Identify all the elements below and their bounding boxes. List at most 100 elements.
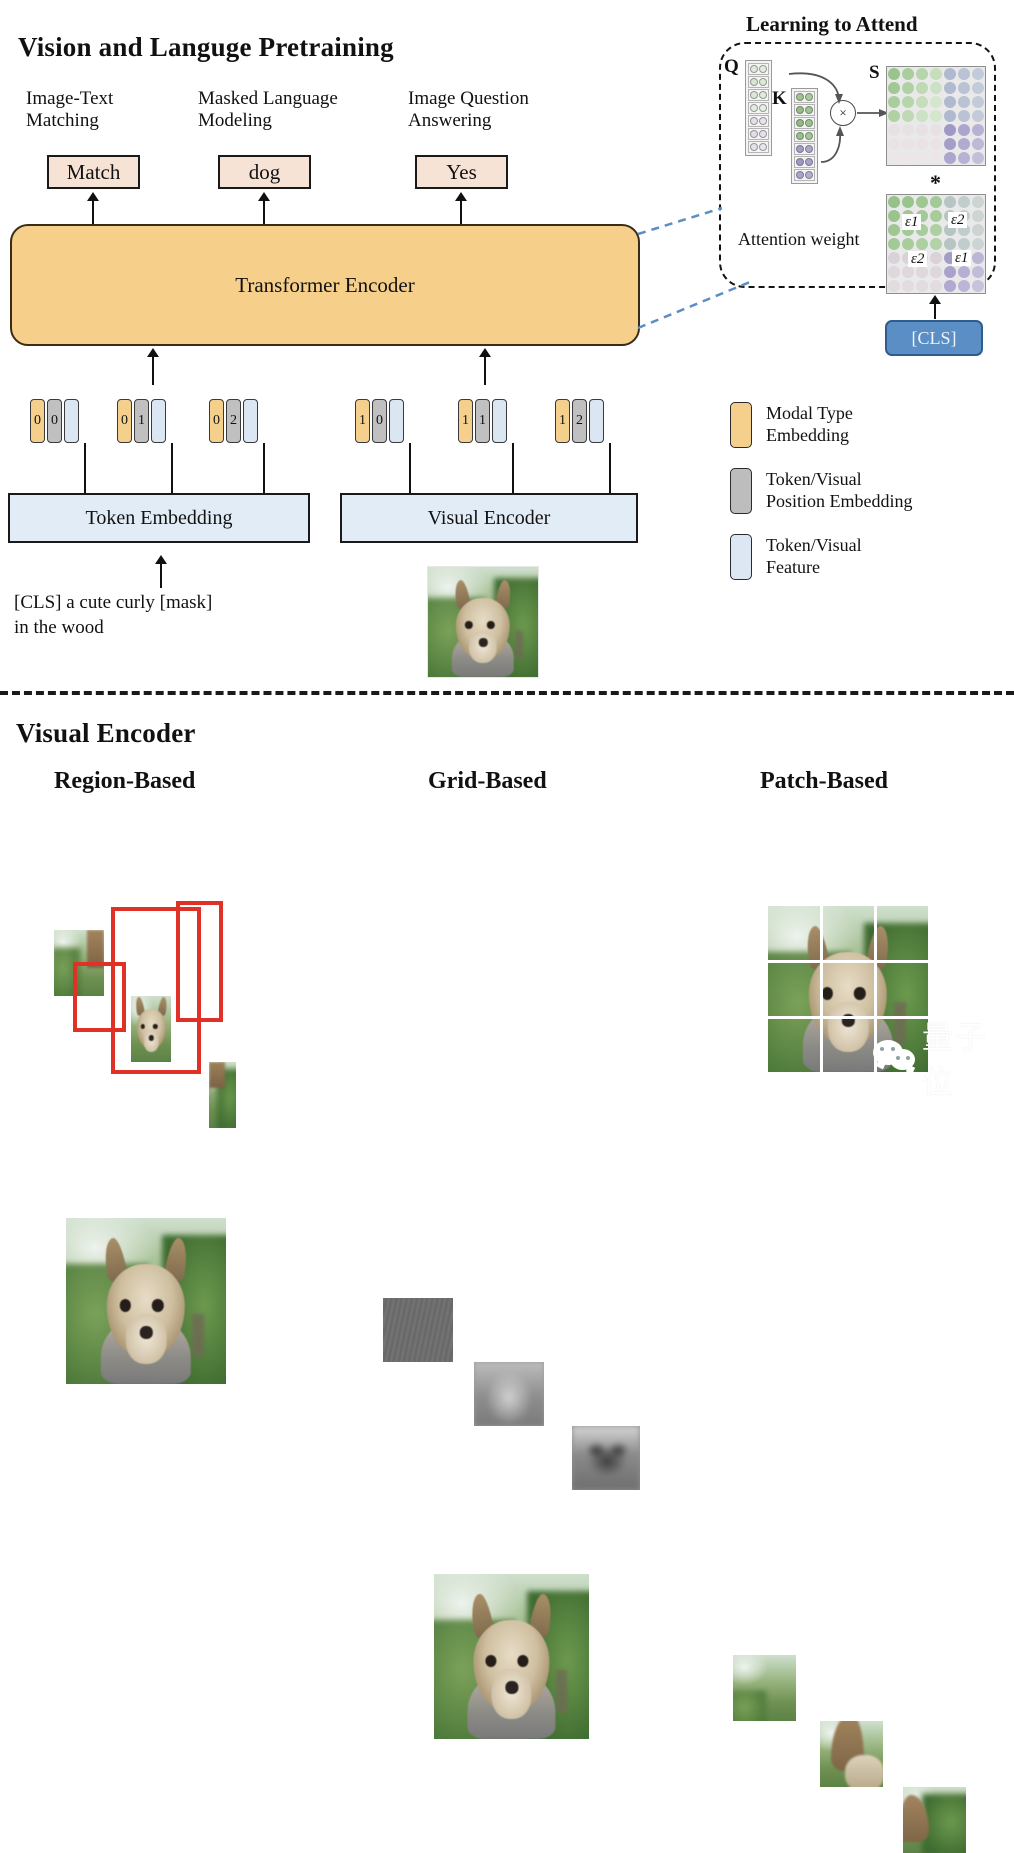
matrix-cell [943,279,957,293]
matrix-cell [929,209,943,223]
column-heading-grid-based: Grid-Based [428,768,547,794]
bottom-section-title: Visual Encoder [16,718,196,748]
matrix-cell [943,265,957,279]
token-position: 0 [372,399,387,443]
matrix-cell [901,237,915,251]
matrix-cell [929,123,943,137]
similarity-matrix [886,66,986,166]
matrix-cell [957,279,971,293]
token-triple-text-0: 0 0 [30,399,79,443]
token-position: 1 [134,399,149,443]
arrow-head-yes [455,192,467,201]
token-triple-text-1: 0 1 [117,399,166,443]
matrix-cell [971,279,985,293]
matrix-cell [957,195,971,209]
matrix-cell [929,81,943,95]
matrix-cell [915,265,929,279]
grid-feature-map-2 [474,1362,544,1426]
token-modal-type: 1 [355,399,370,443]
token-triple-visual-1: 1 1 [458,399,507,443]
matrix-cell [943,109,957,123]
s-label: S [869,62,880,83]
connector-line [84,443,86,493]
matrix-cell [957,237,971,251]
visual-encoder-label: Visual Encoder [427,506,551,529]
connector-line [263,443,265,493]
region-bbox-2 [73,962,126,1032]
matrix-cell [957,109,971,123]
matrix-cell [915,109,929,123]
matrix-cell [929,109,943,123]
matrix-cell [887,67,901,81]
task-label-mlm: Masked Language Modeling [198,88,338,131]
matrix-cell [887,195,901,209]
token-feature [151,399,166,443]
matrix-cell [901,151,915,165]
legend-swatch-position-embedding [730,468,752,514]
token-feature [64,399,79,443]
token-embedding-label: Token Embedding [85,506,233,529]
matrix-cell [943,123,957,137]
matrix-cell [901,81,915,95]
task-label-itm: Image-Text Matching [26,88,114,131]
token-feature [243,399,258,443]
arrow-head-sentence [155,555,167,564]
task-label-vqa: Image Question Answering [408,88,529,131]
arrow-head-visual-into-encoder [479,348,491,357]
attention-weight-matrix [886,194,986,294]
legend-swatch-feature [730,534,752,580]
grid-based-image [434,1574,589,1739]
matrix-cell [929,251,943,265]
token-position: 2 [226,399,241,443]
matrix-cell [901,137,915,151]
matrix-cell [971,123,985,137]
star-operator: * [930,170,941,195]
matrix-cell [901,265,915,279]
matrix-cell [957,81,971,95]
matrix-cell [971,237,985,251]
matrix-cell [901,109,915,123]
token-feature [389,399,404,443]
arrow-line-sentence [160,562,162,588]
token-position: 0 [47,399,62,443]
token-modal-type: 1 [555,399,570,443]
matrix-cell [971,67,985,81]
matrix-cell [901,279,915,293]
matrix-cell [915,195,929,209]
matrix-cell [943,151,957,165]
arrow-head-cls [929,295,941,304]
matrix-cell [929,151,943,165]
matrix-cell [943,137,957,151]
legend-label-modal-type: Modal Type Embedding [766,403,853,445]
matrix-cell [887,223,901,237]
region-based-image [66,1218,226,1384]
arrow-head-match [87,192,99,201]
matrix-cell [887,251,901,265]
matrix-cell [943,195,957,209]
matrix-cell [887,81,901,95]
qk-to-multiply-arrows [788,72,889,163]
matrix-cell [887,279,901,293]
matrix-cell [887,95,901,109]
cls-token-box: [CLS] [885,320,983,356]
output-box-match: Match [47,155,140,189]
matrix-cell [915,123,929,137]
matrix-cell [915,151,929,165]
matrix-cell [929,67,943,81]
matrix-cell [957,137,971,151]
matrix-cell [971,109,985,123]
inset-connector-lines [637,206,751,330]
matrix-cell [929,265,943,279]
legend: Modal Type Embedding Token/Visual Positi… [730,402,1000,580]
arrow-line-cls [934,303,936,319]
patch-crop-1 [733,1655,796,1721]
matrix-cell [957,151,971,165]
matrix-cell [929,237,943,251]
matrix-cell [901,95,915,109]
matrix-cell [929,223,943,237]
matrix-cell [887,265,901,279]
q-label: Q [724,56,739,77]
epsilon-label-tr: ε2 [948,212,968,228]
matrix-cell [971,251,985,265]
matrix-cell [901,67,915,81]
